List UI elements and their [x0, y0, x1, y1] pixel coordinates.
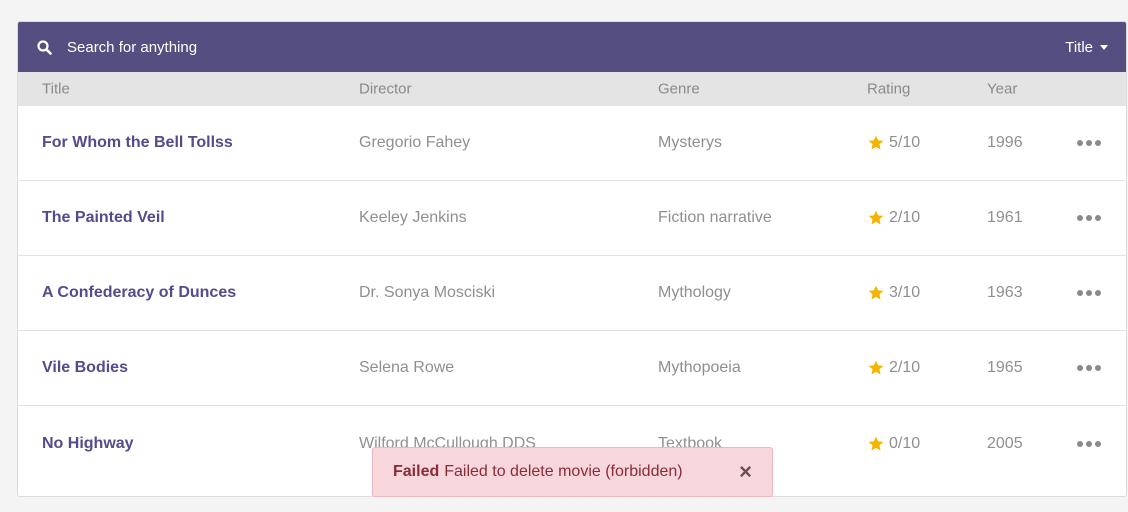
star-icon [867, 134, 885, 152]
movie-title-link[interactable]: A Confederacy of Dunces [42, 284, 236, 302]
year-cell: 2005 [987, 434, 1023, 452]
star-icon [867, 359, 885, 377]
column-header-title[interactable]: Title [42, 81, 70, 98]
rating-cell: 0/10 [867, 435, 920, 453]
rating-value: 5/10 [889, 134, 921, 151]
rating-cell: 3/10 [867, 284, 920, 302]
toast-title: Failed [393, 463, 440, 480]
star-icon [867, 435, 885, 453]
table-row: Vile Bodies Selena Rowe Mythopoeia 2/10 … [18, 331, 1126, 406]
column-header-rating[interactable]: Rating [867, 81, 910, 98]
rating-cell: 2/10 [867, 359, 920, 377]
star-icon [867, 284, 885, 302]
more-horizontal-icon[interactable] [1077, 215, 1101, 221]
toast-message: Failed to delete movie (forbidden) [444, 463, 683, 480]
rating-cell: 2/10 [867, 209, 920, 227]
table-row: For Whom the Bell Tollss Gregorio Fahey … [18, 106, 1126, 181]
column-header-genre[interactable]: Genre [658, 81, 700, 98]
table-row: A Confederacy of Dunces Dr. Sonya Moscis… [18, 256, 1126, 331]
rating-value: 2/10 [889, 209, 921, 226]
movie-title-link[interactable]: For Whom the Bell Tollss [42, 134, 233, 152]
star-icon [867, 209, 885, 227]
year-cell: 1963 [987, 284, 1023, 301]
error-toast: Failed Failed to delete movie (forbidden… [372, 447, 773, 497]
genre-cell: Fiction narrative [658, 209, 772, 226]
director-cell: Keeley Jenkins [359, 209, 467, 226]
director-cell: Dr. Sonya Mosciski [359, 284, 496, 301]
search-bar: Title [18, 22, 1126, 72]
movie-title-link[interactable]: The Painted Veil [42, 209, 165, 227]
search-icon [37, 39, 52, 55]
close-icon[interactable]: × [739, 461, 752, 483]
caret-down-icon [1100, 44, 1108, 50]
genre-cell: Mysterys [658, 134, 722, 151]
sort-dropdown-label: Title [1065, 38, 1093, 56]
column-header-director[interactable]: Director [359, 81, 412, 98]
genre-cell: Mythopoeia [658, 359, 741, 376]
search-input[interactable] [67, 32, 1066, 62]
table-header: Title Director Genre Rating Year [18, 72, 1126, 106]
table-row: The Painted Veil Keeley Jenkins Fiction … [18, 181, 1126, 256]
year-cell: 1996 [987, 134, 1023, 151]
more-horizontal-icon[interactable] [1077, 365, 1101, 371]
movies-panel: Title Title Director Genre Rating Year F… [17, 21, 1127, 497]
rating-value: 0/10 [889, 434, 921, 452]
director-cell: Selena Rowe [359, 359, 455, 376]
rating-value: 2/10 [889, 359, 921, 376]
genre-cell: Mythology [658, 284, 731, 301]
more-horizontal-icon[interactable] [1077, 440, 1101, 447]
year-cell: 1961 [987, 209, 1023, 226]
rating-cell: 5/10 [867, 134, 920, 152]
more-horizontal-icon[interactable] [1077, 140, 1101, 146]
rating-value: 3/10 [889, 284, 921, 301]
director-cell: Gregorio Fahey [359, 134, 471, 151]
more-horizontal-icon[interactable] [1077, 290, 1101, 296]
movie-title-link[interactable]: No Highway [42, 435, 134, 453]
column-header-year[interactable]: Year [987, 81, 1017, 98]
sort-dropdown[interactable]: Title [1065, 39, 1108, 56]
year-cell: 1965 [987, 359, 1023, 376]
movie-title-link[interactable]: Vile Bodies [42, 359, 128, 377]
table-body: For Whom the Bell Tollss Gregorio Fahey … [18, 106, 1126, 481]
